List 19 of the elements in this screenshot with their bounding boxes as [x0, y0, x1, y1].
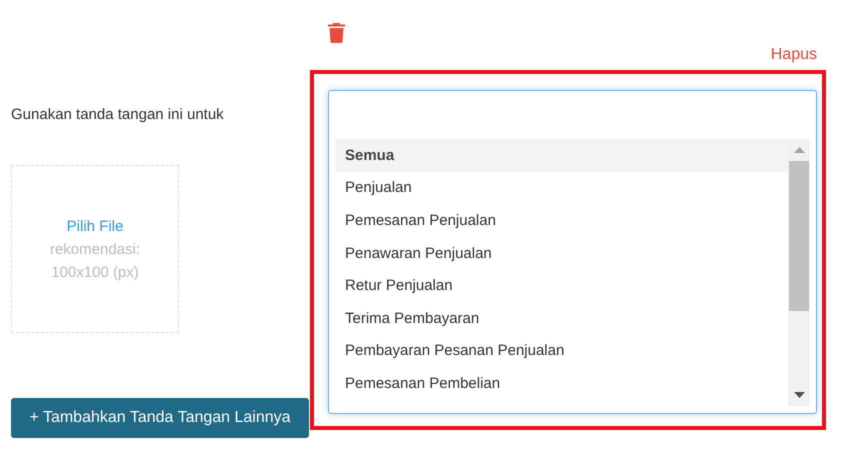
trash-icon[interactable] [328, 22, 345, 43]
scrollbar[interactable] [788, 139, 810, 406]
scrollbar-thumb[interactable] [789, 161, 809, 311]
delete-label[interactable]: Hapus [770, 45, 817, 65]
dropdown-option[interactable]: Pemesanan Penjualan [335, 204, 788, 237]
dropdown-option[interactable]: Semua [335, 139, 788, 172]
dropdown-option[interactable]: Penawaran Penjualan [335, 236, 788, 270]
multi-select-dropdown[interactable]: Semua Penjualan Pemesanan Penjualan Penawaran Penjualan Retur Penjualan Terima Pembayaran Pembayaran Pesanan Penjualan Pemesanan Pembelian [328, 90, 817, 414]
scroll-up-icon[interactable] [794, 147, 804, 153]
add-signature-button[interactable]: + Tambahkan Tanda Tangan Lainnya [11, 398, 309, 438]
dropdown-option[interactable]: Penjualan [335, 172, 788, 204]
recommendation-hint: 100x100 (px) [51, 262, 139, 282]
dropdown-option[interactable]: Terima Pembayaran [335, 302, 788, 335]
scroll-down-icon[interactable] [794, 392, 804, 398]
recommendation-hint: rekomendasi: [50, 240, 140, 260]
dropdown-option[interactable]: Pembayaran Pesanan Penjualan [335, 334, 788, 368]
usage-label: Gunakan tanda tangan ini untuk [11, 106, 225, 124]
dropdown-option[interactable]: Pemesanan Pembelian [335, 367, 788, 400]
dropdown-option[interactable]: Retur Penjualan [335, 269, 788, 302]
